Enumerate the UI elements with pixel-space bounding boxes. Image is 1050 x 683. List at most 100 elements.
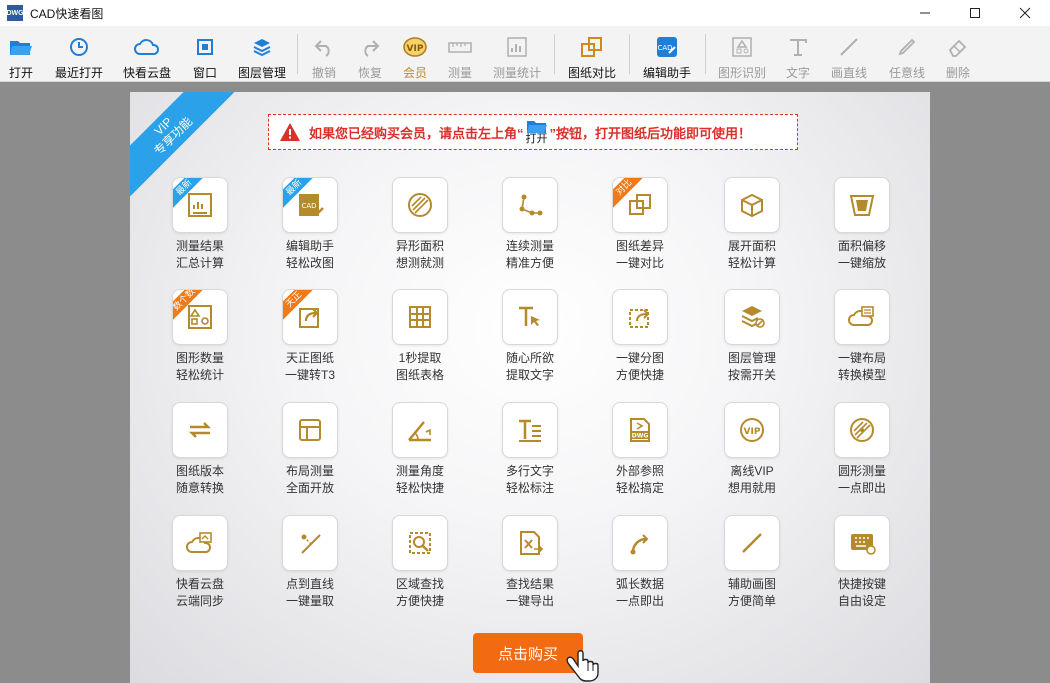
hand-cursor-icon: [566, 650, 599, 682]
feature-title: 布局测量: [285, 464, 334, 478]
feature-tile[interactable]: DWG 外部参照 轻松搞定: [600, 402, 680, 497]
feature-tile[interactable]: VIP 离线VIP 想用就用: [712, 402, 792, 497]
feature-tile[interactable]: 圆形测量 一点即出: [822, 402, 902, 497]
feature-title: 随心所欲: [505, 351, 554, 365]
feature-tile[interactable]: 多行文字 轻松标注: [490, 402, 570, 497]
feature-tile[interactable]: 图层管理 按需开关: [712, 289, 792, 384]
feature-tile[interactable]: 天正 天正图纸 一键转T3: [270, 289, 350, 384]
feature-title: 一键布局: [837, 351, 886, 365]
continuous-measure-icon: [519, 194, 543, 216]
maximize-button[interactable]: [950, 0, 1000, 26]
toolbar-text-button[interactable]: 文字: [780, 26, 816, 82]
toolbar-separator: [297, 34, 298, 74]
toolbar-compare-button[interactable]: 图纸对比: [564, 26, 620, 82]
table-extract-icon: [409, 306, 431, 328]
shape-count-icon: [188, 305, 212, 329]
export-results-icon: [520, 531, 544, 555]
feature-tile[interactable]: 布局测量 全面开放: [270, 402, 350, 497]
feature-tile[interactable]: 测量角度 轻松快捷: [380, 402, 460, 497]
feature-subtitle: 图纸表格: [395, 368, 444, 382]
cad-edit-icon: CAD: [299, 194, 324, 216]
close-button[interactable]: [1000, 0, 1050, 26]
feature-tile[interactable]: 查找结果 一键导出: [490, 515, 570, 610]
toolbar-cloud-button[interactable]: 快看云盘: [118, 26, 176, 82]
feature-title: 外部参照: [615, 464, 664, 478]
feature-tile[interactable]: 点到直线 一键量取: [270, 515, 350, 610]
feature-icon-box: [392, 515, 448, 571]
point-to-line-icon: [301, 534, 321, 554]
feature-tile[interactable]: 1秒提取 图纸表格: [380, 289, 460, 384]
feature-title: 图层管理: [727, 351, 776, 365]
toolbar-redo-button[interactable]: 恢复: [352, 26, 388, 82]
feature-tile[interactable]: 对比 图纸差异 一键对比: [600, 177, 680, 272]
feature-tile[interactable]: 一键布局 转换模型: [822, 289, 902, 384]
toolbar-measure-stats-button[interactable]: 测量统计: [489, 26, 545, 82]
toolbar-recent-button[interactable]: 最近打开: [50, 26, 108, 82]
feature-tile[interactable]: 面积偏移 一键缩放: [822, 177, 902, 272]
toolbar-undo-button[interactable]: 撤销: [306, 26, 342, 82]
warning-icon: [280, 123, 300, 141]
toolbar-window-button[interactable]: 窗口: [186, 26, 224, 82]
toolbar-edit-assistant-button[interactable]: CAD 编辑助手: [638, 26, 696, 82]
line-icon: [840, 38, 858, 56]
toolbar-separator: [629, 34, 630, 74]
feature-tile[interactable]: 图纸版本 随意转换: [160, 402, 240, 497]
feature-tile[interactable]: 快捷按键 自由设定: [822, 515, 902, 610]
feature-subtitle: 云端同步: [175, 594, 224, 608]
feature-icon-box: [834, 289, 890, 345]
feature-title: 异形面积: [395, 239, 444, 253]
feature-icon-box: [502, 515, 558, 571]
layer-manage-icon: [741, 306, 765, 328]
xref-dwg-icon: DWG: [630, 418, 650, 442]
feature-tile[interactable]: 一键分图 方便快捷: [600, 289, 680, 384]
toolbar-measure-button[interactable]: 测量: [442, 26, 478, 82]
notice-text-after: ”按钮，打开图纸后功能即可使用！: [549, 125, 752, 141]
arc-length-icon: [630, 534, 649, 555]
feature-icon-box: [834, 177, 890, 233]
feature-tile[interactable]: 区域查找 方便快捷: [380, 515, 460, 610]
angle-measure-icon: [408, 421, 431, 442]
feature-title: 图纸版本: [175, 464, 224, 478]
feature-tile[interactable]: 随心所欲 提取文字: [490, 289, 570, 384]
feature-tile[interactable]: 快看云盘 云端同步: [160, 515, 240, 610]
toolbar-vip-button[interactable]: VIP 会员: [397, 26, 433, 82]
freehand-icon: [898, 38, 916, 56]
feature-title: 天正图纸: [285, 351, 334, 365]
feature-tile[interactable]: 展开面积 轻松计算: [712, 177, 792, 272]
drawing-diff-icon: [629, 194, 651, 215]
feature-tile[interactable]: CAD 最新 编辑助手 轻松改图: [270, 177, 350, 272]
feature-subtitle: 一键量取: [285, 594, 334, 608]
title-bar: DWG CAD快速看图: [0, 0, 1050, 26]
feature-tile[interactable]: 异形面积 想测就测: [380, 177, 460, 272]
toolbar-line-button[interactable]: 画直线: [826, 26, 872, 82]
feature-title: 快捷按键: [837, 577, 886, 591]
svg-text:CAD: CAD: [301, 202, 316, 210]
feature-title: 离线VIP: [730, 464, 774, 478]
main-toolbar: 打开 最近打开 快看云盘 窗口 图层管理 撤销 恢复 VIP 会员 测量 测量统…: [0, 26, 1050, 82]
vip-icon: VIP: [403, 37, 427, 57]
toolbar-shape-recognize-button[interactable]: 图形识别: [714, 26, 770, 82]
feature-subtitle: 轻松统计: [175, 368, 224, 382]
clock-icon: [70, 38, 88, 56]
feature-subtitle: 轻松计算: [727, 256, 776, 270]
toolbar-open-button[interactable]: 打开: [2, 26, 40, 82]
feature-tile[interactable]: 辅助画图 方便简单: [712, 515, 792, 610]
toolbar-layers-button[interactable]: 图层管理: [234, 26, 290, 82]
feature-tile[interactable]: 数个数 图形数量 轻松统计: [160, 289, 240, 384]
version-convert-icon: [188, 422, 212, 438]
toolbar-delete-button[interactable]: 删除: [940, 26, 976, 82]
feature-subtitle: 轻松标注: [505, 481, 554, 495]
feature-subtitle: 随意转换: [175, 481, 224, 495]
feature-icon-box: [172, 402, 228, 458]
feature-icon-box: [282, 402, 338, 458]
minimize-button[interactable]: [900, 0, 950, 26]
feature-icon-box: VIP: [724, 402, 780, 458]
feature-tile[interactable]: 连续测量 精准方便: [490, 177, 570, 272]
svg-text:VIP: VIP: [744, 427, 761, 437]
feature-tile[interactable]: 弧长数据 一点即出: [600, 515, 680, 610]
feature-subtitle: 全面开放: [285, 481, 334, 495]
feature-tile[interactable]: 最新 测量结果 汇总计算: [160, 177, 240, 272]
feature-title: 图纸差异: [615, 239, 664, 253]
feature-icon-box: [392, 177, 448, 233]
toolbar-freehand-button[interactable]: 任意线: [884, 26, 930, 82]
